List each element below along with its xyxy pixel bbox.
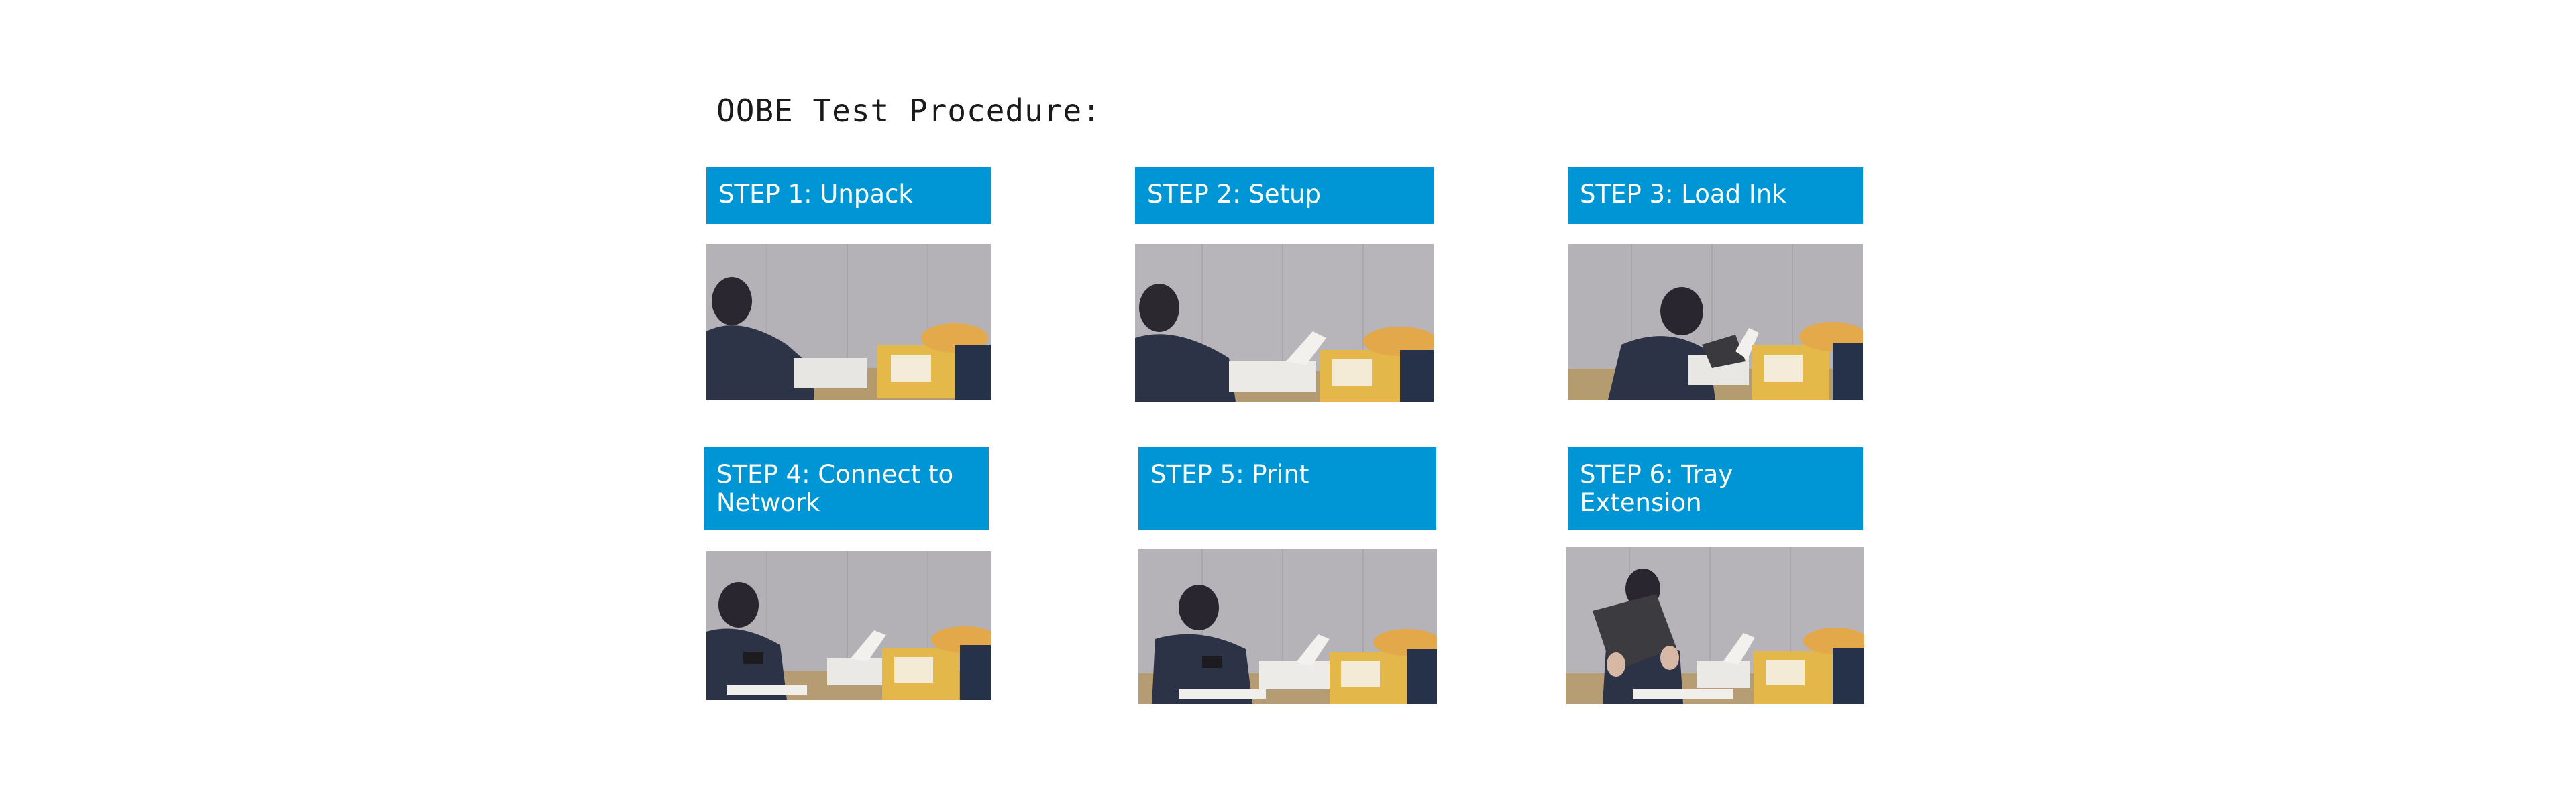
step-2-header: STEP 2: Setup: [1135, 167, 1434, 224]
page-title: OOBE Test Procedure:: [716, 93, 1102, 129]
step-6-photo: [1566, 547, 1864, 704]
step-3-photo: [1568, 244, 1863, 400]
step-1-header: STEP 1: Unpack: [706, 167, 991, 224]
step-5-photo: [1138, 549, 1437, 704]
slide: OOBE Test Procedure: STEP 1: Unpack STEP…: [0, 0, 2576, 806]
step-3-header: STEP 3: Load Ink: [1568, 167, 1863, 224]
step-6-header: STEP 6: Tray Extension: [1568, 447, 1863, 530]
step-2-photo: [1135, 244, 1434, 402]
step-5-header: STEP 5: Print: [1138, 447, 1436, 530]
step-4-header: STEP 4: Connect to Network: [704, 447, 989, 530]
step-1-photo: [706, 244, 991, 400]
step-4-photo: [706, 551, 991, 700]
